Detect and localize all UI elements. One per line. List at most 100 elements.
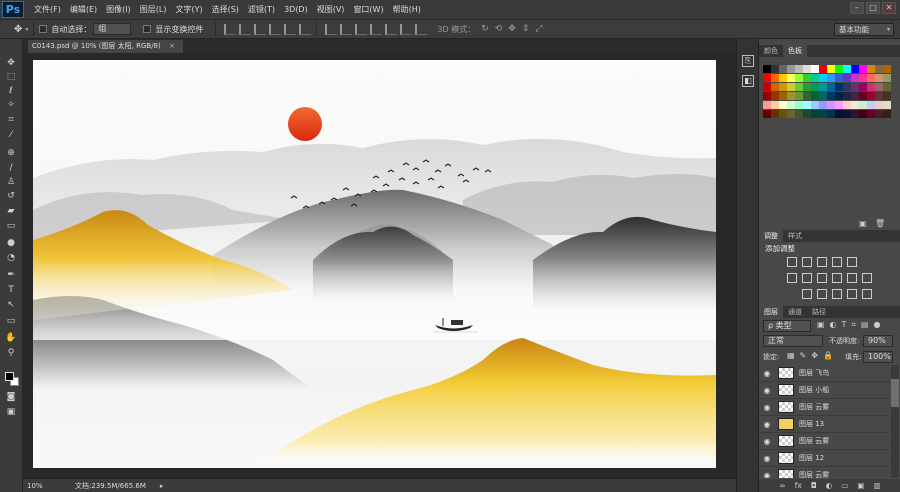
color-swatch[interactable] [771, 92, 779, 100]
color-swatch[interactable] [875, 65, 883, 73]
color-swatch[interactable] [859, 92, 867, 100]
color-swatch[interactable] [859, 65, 867, 73]
3d-roll-icon[interactable]: ⟲ [495, 24, 503, 34]
color-swatch[interactable] [883, 74, 891, 82]
color-swatch[interactable] [819, 110, 827, 118]
fill-input[interactable]: 100% [863, 351, 893, 363]
new-layer-icon[interactable]: ▣ [857, 479, 864, 492]
color-swatch[interactable] [883, 101, 891, 109]
color-balance-icon[interactable] [802, 273, 812, 283]
chevron-down-icon[interactable]: ▾ [25, 26, 28, 33]
color-swatch[interactable] [771, 65, 779, 73]
color-swatch[interactable] [819, 74, 827, 82]
menu-window[interactable]: 窗口(W) [353, 4, 383, 15]
menu-select[interactable]: 选择(S) [212, 4, 239, 15]
eye-icon[interactable]: ◉ [759, 454, 775, 463]
color-swatch[interactable] [795, 65, 803, 73]
color-swatch[interactable] [819, 83, 827, 91]
canvas-area[interactable] [23, 53, 736, 478]
color-swatch[interactable] [875, 110, 883, 118]
color-swatch[interactable] [763, 92, 771, 100]
history-panel-icon[interactable]: ⎘ [742, 55, 754, 67]
selective-color-icon[interactable] [862, 289, 872, 299]
distribute-bottom-icon[interactable] [355, 23, 368, 35]
color-swatch[interactable] [787, 83, 795, 91]
screen-mode-icon[interactable]: ▣ [5, 406, 17, 418]
3d-rotate-icon[interactable]: ↻ [481, 24, 489, 34]
color-swatch[interactable] [835, 110, 843, 118]
show-transform-checkbox[interactable] [143, 25, 152, 33]
invert-icon[interactable] [802, 289, 812, 299]
healing-tool-icon[interactable]: ⊕ [5, 147, 17, 159]
trash-icon[interactable]: ▥ [873, 479, 880, 492]
layer-row[interactable]: ◉ 图层 小船 [759, 382, 890, 399]
layer-row[interactable]: ◉ 图层 云雾 [759, 433, 890, 450]
color-swatch[interactable] [819, 101, 827, 109]
stamp-tool-icon[interactable]: ♙ [5, 176, 17, 188]
color-swatch[interactable] [771, 83, 779, 91]
color-swatch[interactable] [827, 101, 835, 109]
menu-file[interactable]: 文件(F) [34, 4, 61, 15]
color-swatch[interactable] [787, 65, 795, 73]
color-swatch[interactable] [779, 83, 787, 91]
history-brush-tool-icon[interactable]: ↺ [5, 190, 17, 202]
color-swatch[interactable] [867, 101, 875, 109]
color-swatch[interactable] [803, 74, 811, 82]
foreground-color-swatch[interactable] [5, 372, 14, 381]
color-swatch[interactable] [867, 92, 875, 100]
align-top-icon[interactable] [224, 23, 237, 35]
eye-icon[interactable]: ◉ [759, 369, 775, 378]
color-swatch[interactable] [795, 101, 803, 109]
color-swatch[interactable] [859, 74, 867, 82]
eye-icon[interactable]: ◉ [759, 471, 775, 479]
hand-tool-icon[interactable]: ✋ [5, 332, 17, 344]
color-swatch[interactable] [867, 74, 875, 82]
document-image[interactable] [33, 60, 716, 468]
auto-select-dropdown[interactable]: 组 [93, 23, 132, 35]
color-swatch[interactable] [779, 65, 787, 73]
distribute-left-icon[interactable] [370, 23, 383, 35]
align-left-icon[interactable] [269, 23, 282, 35]
maximize-button[interactable]: □ [866, 2, 880, 14]
color-swatch[interactable] [851, 110, 859, 118]
menu-filter[interactable]: 滤镜(T) [248, 4, 275, 15]
color-swatch[interactable] [803, 65, 811, 73]
link-icon[interactable]: ∞ [779, 479, 785, 492]
color-swatch[interactable] [827, 92, 835, 100]
swatches-grid[interactable] [759, 59, 900, 131]
color-swatch[interactable] [779, 74, 787, 82]
color-swatch[interactable] [771, 110, 779, 118]
fx-icon[interactable]: fx [795, 479, 802, 492]
color-swatch[interactable] [795, 92, 803, 100]
color-swatch[interactable] [803, 110, 811, 118]
color-swatch[interactable] [811, 74, 819, 82]
color-swatch[interactable] [859, 101, 867, 109]
color-swatch[interactable] [851, 83, 859, 91]
eye-icon[interactable]: ◉ [759, 403, 775, 412]
3d-pan-icon[interactable]: ✥ [508, 24, 516, 34]
type-tool-icon[interactable]: T [5, 284, 17, 296]
color-swatch[interactable] [771, 74, 779, 82]
color-swatch[interactable] [819, 65, 827, 73]
path-select-tool-icon[interactable]: ↖ [5, 299, 17, 311]
color-swatch[interactable] [787, 110, 795, 118]
color-swatch[interactable] [795, 110, 803, 118]
color-swatch[interactable] [763, 101, 771, 109]
adjustment-icon[interactable]: ◐ [826, 479, 833, 492]
brush-tool-icon[interactable]: / [5, 162, 17, 174]
threshold-icon[interactable] [832, 289, 842, 299]
color-swatch[interactable] [803, 92, 811, 100]
distribute-right-icon[interactable] [400, 23, 413, 35]
gradient-tool-icon[interactable]: ▭ [5, 220, 17, 232]
layers-scrollbar[interactable] [891, 365, 899, 478]
align-vcenter-icon[interactable] [239, 23, 252, 35]
tab-channels[interactable]: 通道 [783, 306, 807, 318]
eyedropper-tool-icon[interactable]: ⁄ [5, 129, 17, 141]
marquee-tool-icon[interactable]: ⬚ [5, 71, 17, 83]
align-right-icon[interactable] [299, 23, 312, 35]
color-swatch[interactable] [811, 92, 819, 100]
color-swatch[interactable] [827, 110, 835, 118]
color-swatch[interactable] [867, 110, 875, 118]
document-tab[interactable]: C0143.psd @ 10% (图层 太阳, RGB/8) × [28, 40, 183, 53]
align-hcenter-icon[interactable] [284, 23, 297, 35]
